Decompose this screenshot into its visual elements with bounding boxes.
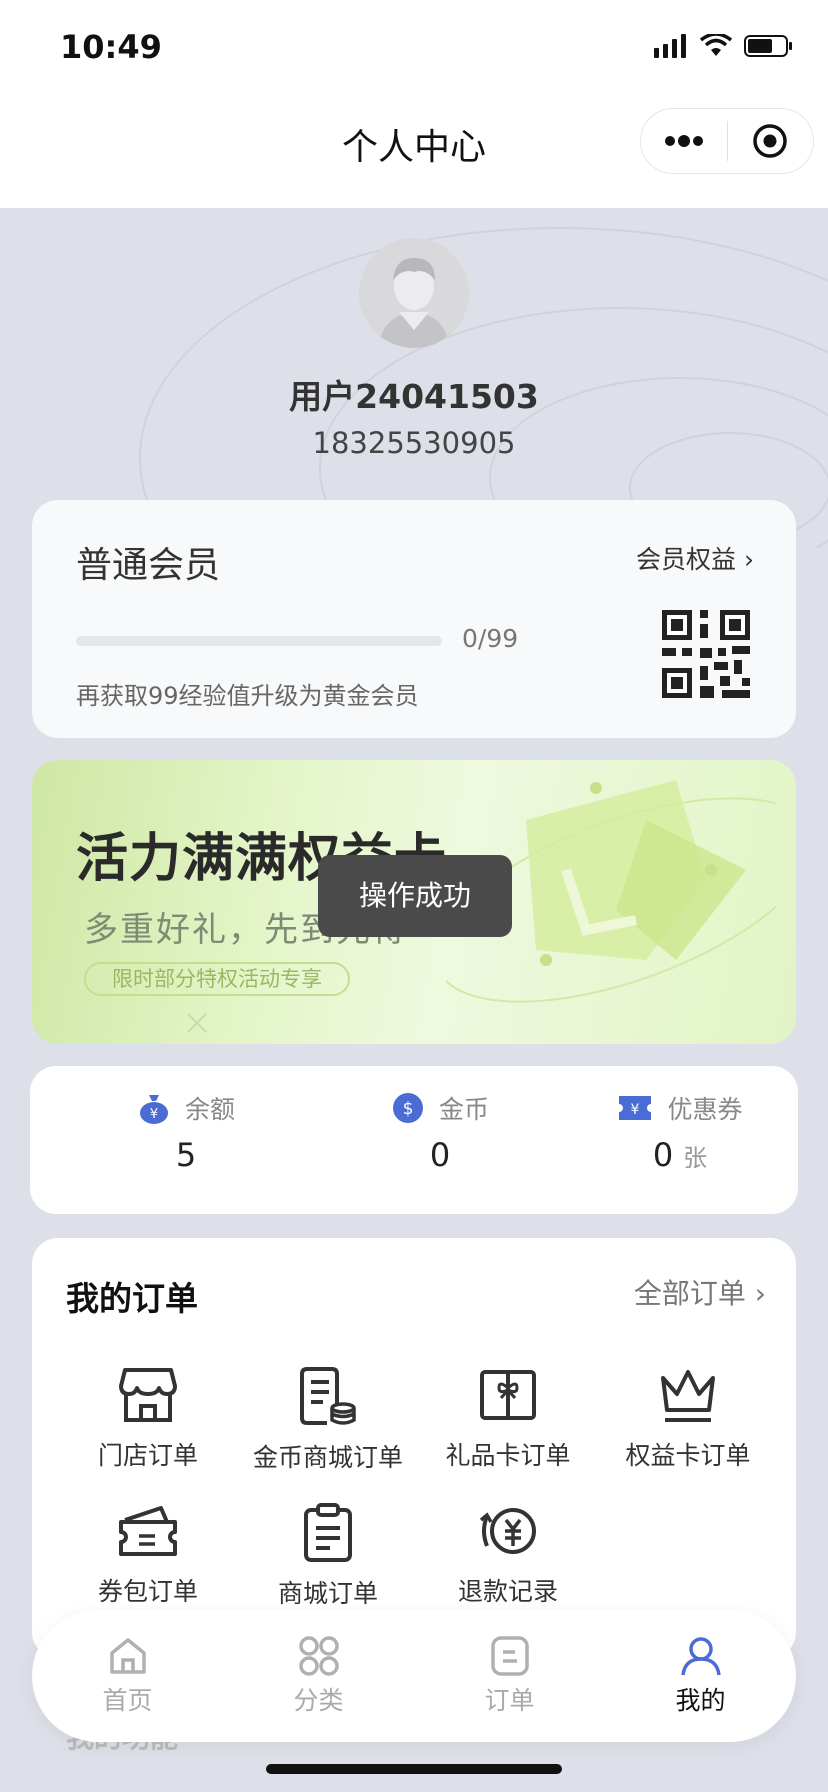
experience-progress-text: 0/99 [462,624,519,653]
my-orders-card: 我的订单 全部订单 › 门店订单 金币商城订单 礼品卡订单 权益卡订单 券包订单… [32,1238,796,1658]
asset-coupons[interactable]: ¥ 优惠券 0张 [570,1090,790,1174]
banner-tag: 限时部分特权活动专享 [84,962,350,996]
banner-close-icon[interactable] [182,1008,212,1038]
asset-balance-label: 余额 [184,1095,235,1124]
order-store[interactable]: 门店订单 [58,1366,238,1472]
order-mall-label: 商城订单 [277,1579,378,1608]
tab-category-label: 分类 [293,1686,344,1715]
order-refund-label: 退款记录 [457,1577,558,1606]
svg-text:¥: ¥ [150,1107,158,1122]
wallet-icon [119,1506,177,1556]
order-benefit-card-label: 权益卡订单 [625,1441,751,1470]
asset-coupons-label: 优惠券 [667,1095,743,1124]
tab-mine[interactable]: 我的 [605,1610,796,1742]
order-icon [490,1636,529,1676]
coin-icon: $ [392,1093,423,1123]
money-bag-icon: ¥ [139,1095,168,1124]
wifi-icon [700,34,732,56]
asset-coins[interactable]: $ 金币 0 [330,1090,550,1174]
status-icons [654,34,794,58]
tab-mine-label: 我的 [675,1686,726,1715]
asset-coins-label: 金币 [438,1095,489,1124]
orders-title: 我的订单 [66,1279,198,1318]
assets-card: ¥ 余额 5 $ 金币 0 ¥ 优惠券 0张 [30,1066,798,1214]
toast-message: 操作成功 [318,855,512,937]
order-refund[interactable]: 退款记录 [418,1502,598,1608]
member-qr-code-icon[interactable] [662,610,750,698]
asset-balance-value: 5 [175,1136,197,1174]
order-store-label: 门店订单 [97,1441,198,1470]
gift-card-icon [480,1370,536,1420]
more-dots-icon [664,135,703,147]
svg-text:¥: ¥ [631,1102,640,1118]
avatar[interactable] [359,238,469,348]
battery-icon [744,35,792,57]
upgrade-tip: 再获取99经验值升级为黄金会员 [76,682,419,710]
close-mini-program-button[interactable] [728,109,814,173]
home-indicator [266,1764,562,1774]
category-icon [298,1636,339,1676]
coupon-icon: ¥ [619,1096,652,1120]
experience-progress-bar [76,636,442,646]
tab-orders-label: 订单 [484,1686,535,1715]
asset-balance[interactable]: ¥ 余额 5 [76,1090,296,1174]
refund-icon [479,1508,536,1554]
home-icon [109,1638,146,1674]
asset-coins-value: 0 [429,1136,451,1174]
asset-coupons-value: 0 [652,1136,674,1174]
tab-home-label: 首页 [102,1686,153,1715]
clipboard-icon [304,1503,352,1562]
asset-coupons-unit: 张 [683,1144,708,1172]
username: 用户24041503 [289,377,539,416]
order-benefit-card[interactable]: 权益卡订单 [598,1366,778,1472]
coin-mall-icon [300,1367,356,1425]
order-coupon-pack-label: 券包订单 [97,1577,198,1606]
store-icon [119,1368,177,1422]
member-card: 普通会员 会员权益 › 0/99 再获取99经验值升级为黄金会员 [32,500,796,738]
signal-icon [654,34,686,58]
nav-bar: 个人中心 [0,96,828,208]
order-coin-mall-label: 金币商城订单 [252,1443,403,1472]
all-orders-link[interactable]: 全部订单 › [634,1272,766,1312]
member-level: 普通会员 [76,545,221,586]
bottom-tab-bar: 首页 分类 订单 我的 [32,1610,796,1742]
status-bar: 10:49 [0,0,828,96]
order-coin-mall[interactable]: 金币商城订单 [238,1366,418,1474]
tab-home[interactable]: 首页 [32,1610,223,1742]
order-gift-card-label: 礼品卡订单 [445,1441,571,1470]
target-icon [753,124,787,158]
order-mall[interactable]: 商城订单 [238,1502,418,1610]
tab-category[interactable]: 分类 [223,1610,414,1742]
member-benefits-link[interactable]: 会员权益 › [636,540,754,576]
order-gift-card[interactable]: 礼品卡订单 [418,1366,598,1472]
svg-text:$: $ [403,1099,414,1119]
phone-number: 18325530905 [312,426,516,460]
order-coupon-pack[interactable]: 券包订单 [58,1502,238,1608]
default-avatar-icon [359,238,469,348]
more-button[interactable] [641,109,727,173]
crown-icon [661,1370,715,1422]
mini-program-capsule [640,108,814,174]
user-icon [680,1637,721,1676]
tab-orders[interactable]: 订单 [414,1610,605,1742]
status-time: 10:49 [60,28,162,66]
